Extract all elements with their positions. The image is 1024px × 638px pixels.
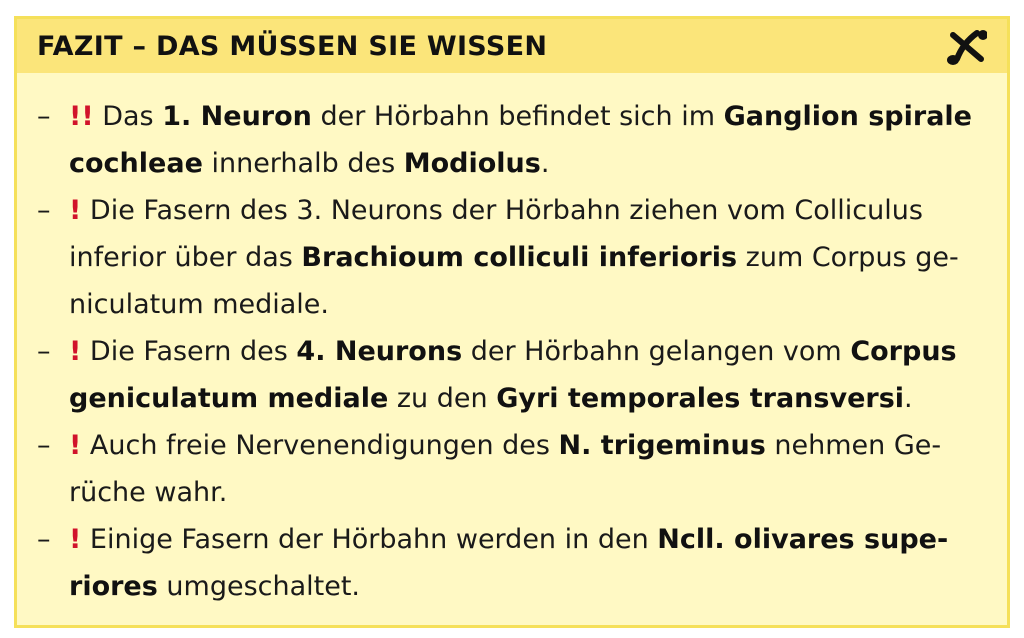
text-segment: umgeschaltet.	[157, 571, 361, 602]
summary-header: FAZIT – DAS MÜSSEN SIE WISSEN	[17, 19, 1007, 73]
list-item: –! Die Fasern des 3. Neurons der Hörbahn…	[37, 187, 989, 328]
list-item: –!! Das 1. Neuron der Hörbahn befindet s…	[37, 93, 989, 187]
bold-term: 4. Neurons	[296, 336, 463, 367]
text-segment: innerhalb des	[202, 148, 404, 179]
list-item: –! Auch freie Nervenendigungen des N. tr…	[37, 422, 989, 516]
summary-title: FAZIT – DAS MÜSSEN SIE WISSEN	[37, 31, 548, 62]
text-segment: der Hörbahn gelangen vom	[462, 336, 851, 367]
bold-term: Modiolus	[403, 148, 541, 179]
text-segment: Das	[93, 101, 163, 132]
text-segment: Auch freie Nervenendigungen des	[81, 430, 559, 461]
text-segment: .	[540, 148, 550, 179]
bullet-dash: –	[37, 101, 51, 132]
text-segment: .	[904, 383, 913, 414]
bullet-dash: –	[37, 524, 51, 555]
importance-mark: !	[69, 430, 82, 461]
importance-mark: !!	[69, 101, 94, 132]
scissors-icon	[947, 30, 987, 65]
bold-term: Brachioum colliculi inferioris	[301, 242, 738, 273]
list-item: –! Einige Fasern der Hörbahn werden in d…	[37, 516, 989, 610]
bold-term: 1. Neuron	[162, 101, 312, 132]
summary-box: FAZIT – DAS MÜSSEN SIE WISSEN –!! Das 1.…	[14, 16, 1010, 628]
text-segment: zu den	[388, 383, 497, 414]
importance-mark: !	[69, 524, 82, 555]
text-segment: Einige Fasern der Hörbahn werden in den	[81, 524, 658, 555]
text-segment: der Hörbahn befindet sich im	[311, 101, 724, 132]
bullet-dash: –	[37, 195, 51, 226]
importance-mark: !	[69, 336, 82, 367]
bold-term: N. trigeminus	[558, 430, 766, 461]
summary-list: –!! Das 1. Neuron der Hörbahn befindet s…	[37, 93, 989, 610]
text-segment: Die Fasern des	[81, 336, 297, 367]
bold-term: Gyri temporales transversi	[496, 383, 905, 414]
importance-mark: !	[69, 195, 82, 226]
bullet-dash: –	[37, 430, 51, 461]
list-item: –! Die Fasern des 4. Neurons der Hörbahn…	[37, 328, 989, 422]
bullet-dash: –	[37, 336, 51, 367]
